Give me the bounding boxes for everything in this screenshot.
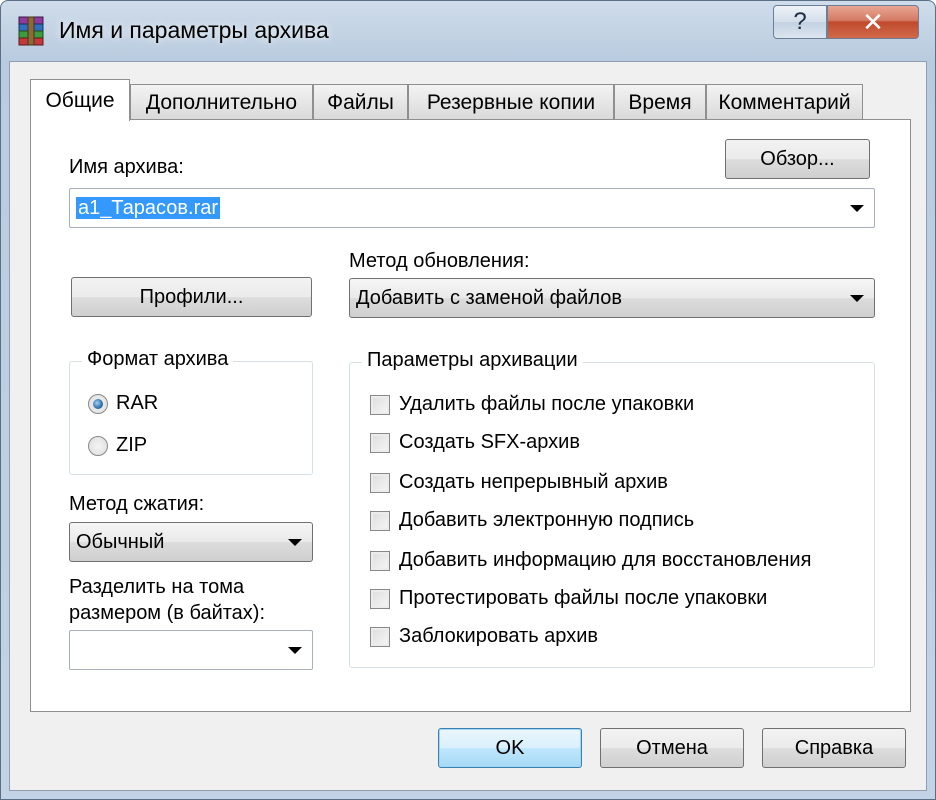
update-method-label: Метод обновления: <box>349 250 530 272</box>
checkbox-unchecked-icon <box>370 394 390 415</box>
radio-unselected-icon <box>88 435 108 456</box>
cancel-button[interactable]: Отмена <box>600 728 744 768</box>
help-button[interactable]: Справка <box>762 728 906 768</box>
tab-general[interactable]: Общие <box>30 79 130 121</box>
lock-archive-label: Заблокировать архив <box>399 625 598 647</box>
ok-button[interactable]: OK <box>438 728 582 768</box>
checkbox-unchecked-icon <box>370 588 390 609</box>
digital-signature-checkbox[interactable]: Добавить электронную подпись <box>370 509 694 532</box>
checkbox-unchecked-icon <box>370 626 390 647</box>
solid-archive-label: Создать непрерывный архив <box>399 471 668 493</box>
test-after-pack-checkbox[interactable]: Протестировать файлы после упаковки <box>370 587 767 610</box>
help-caption-button[interactable]: ? <box>773 5 827 39</box>
tab-backup[interactable]: Резервные копии <box>408 84 614 120</box>
radio-selected-icon <box>88 393 108 414</box>
tab-comment[interactable]: Комментарий <box>706 84 863 120</box>
checkbox-unchecked-icon <box>370 510 390 531</box>
archive-format-group: Формат архива RAR ZIP <box>69 348 313 475</box>
tab-files[interactable]: Файлы <box>313 84 408 120</box>
profiles-button[interactable]: Профили... <box>71 277 312 317</box>
split-volumes-label-line2: размером (в байтах): <box>69 602 266 624</box>
question-mark-icon: ? <box>793 8 807 35</box>
archive-format-title: Формат архива <box>82 348 234 371</box>
archive-name-combobox[interactable]: a1_Тарасов.rar <box>69 188 875 228</box>
recovery-record-label: Добавить информацию для восстановления <box>399 549 812 571</box>
chevron-down-icon <box>850 295 864 302</box>
checkbox-unchecked-icon <box>370 472 390 493</box>
title-bar[interactable]: Имя и параметры архива ? ✕ <box>1 1 936 61</box>
lock-archive-checkbox[interactable]: Заблокировать архив <box>370 625 598 648</box>
archiving-options-group: Параметры архивации Удалить файлы после … <box>349 349 875 668</box>
dialog-client-area: Общие Дополнительно Файлы Резервные копи… <box>9 61 927 791</box>
archiving-options-title: Параметры архивации <box>362 349 583 372</box>
create-sfx-checkbox[interactable]: Создать SFX-архив <box>370 431 580 454</box>
archive-name-label: Имя архива: <box>69 156 184 178</box>
format-zip-radio[interactable]: ZIP <box>88 434 147 457</box>
browse-button[interactable]: Обзор... <box>725 139 870 179</box>
delete-after-pack-checkbox[interactable]: Удалить файлы после упаковки <box>370 393 694 416</box>
compression-method-value: Обычный <box>76 531 165 553</box>
update-method-value: Добавить с заменой файлов <box>356 287 622 309</box>
archive-dialog-window: Имя и параметры архива ? ✕ Общие Дополни… <box>0 0 936 800</box>
compression-method-dropdown[interactable]: Обычный <box>69 522 313 562</box>
format-rar-label: RAR <box>116 392 159 414</box>
winrar-books-icon <box>18 16 44 46</box>
solid-archive-checkbox[interactable]: Создать непрерывный архив <box>370 471 668 494</box>
close-caption-button[interactable]: ✕ <box>827 5 919 39</box>
compression-method-label: Метод сжатия: <box>69 493 205 515</box>
recovery-record-checkbox[interactable]: Добавить информацию для восстановления <box>370 549 811 572</box>
digital-signature-label: Добавить электронную подпись <box>399 509 695 531</box>
checkbox-unchecked-icon <box>370 432 390 453</box>
split-volumes-label-line1: Разделить на тома <box>69 576 245 598</box>
format-zip-label: ZIP <box>116 434 148 456</box>
tab-bar: Общие Дополнительно Файлы Резервные копи… <box>30 79 910 121</box>
split-volumes-combobox[interactable] <box>69 630 313 670</box>
close-icon: ✕ <box>862 6 884 37</box>
tab-advanced[interactable]: Дополнительно <box>130 84 313 120</box>
archive-name-value: a1_Тарасов.rar <box>76 197 221 219</box>
window-title: Имя и параметры архива <box>59 17 329 43</box>
format-rar-radio[interactable]: RAR <box>88 392 158 415</box>
create-sfx-label: Создать SFX-архив <box>399 431 580 453</box>
chevron-down-icon[interactable] <box>850 205 864 212</box>
tab-time[interactable]: Время <box>614 84 706 120</box>
chevron-down-icon <box>288 539 302 546</box>
checkbox-unchecked-icon <box>370 550 390 571</box>
chevron-down-icon[interactable] <box>288 647 302 654</box>
general-tab-panel: Имя архива: Обзор... a1_Тарасов.rar Мето… <box>30 119 911 712</box>
update-method-dropdown[interactable]: Добавить с заменой файлов <box>349 278 875 318</box>
test-after-pack-label: Протестировать файлы после упаковки <box>399 587 768 609</box>
delete-after-pack-label: Удалить файлы после упаковки <box>399 393 695 415</box>
